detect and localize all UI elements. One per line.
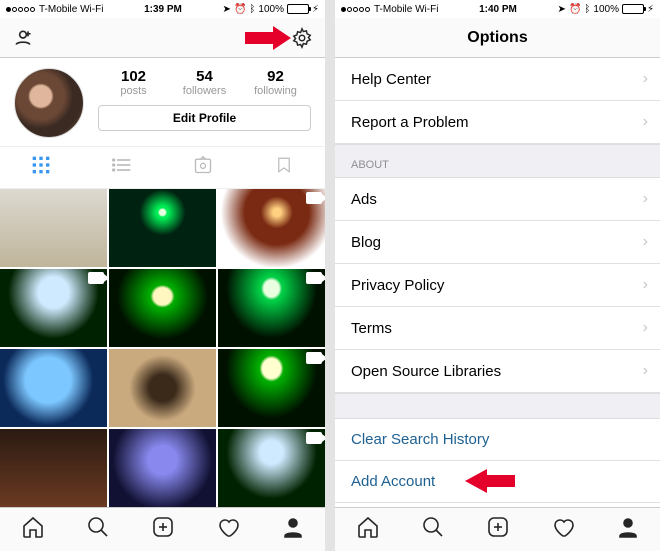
alarm-icon: ⏰ (234, 4, 246, 15)
grid-cell[interactable] (0, 269, 107, 347)
status-bar: T-Mobile Wi-Fi 1:39 PM ➤ ⏰ ᛒ 100% ⚡︎ (0, 0, 325, 18)
profile-navbar (0, 18, 325, 58)
row-terms[interactable]: Terms› (335, 307, 660, 350)
grid-cell[interactable] (109, 429, 216, 507)
chevron-right-icon: › (643, 233, 648, 251)
annotation-arrow-icon (245, 26, 291, 50)
tab-search[interactable] (421, 515, 445, 544)
tab-search[interactable] (86, 515, 110, 544)
row-report-problem[interactable]: Report a Problem› (335, 101, 660, 144)
tab-home[interactable] (21, 515, 45, 544)
discover-people-button[interactable] (10, 28, 36, 48)
chevron-right-icon: › (643, 276, 648, 294)
grid-cell[interactable] (109, 269, 216, 347)
battery-icon (287, 4, 309, 14)
bluetooth-icon: ᛒ (249, 4, 255, 15)
profile-screen: T-Mobile Wi-Fi 1:39 PM ➤ ⏰ ᛒ 100% ⚡︎ (0, 0, 325, 551)
video-icon (88, 272, 104, 284)
charging-icon: ⚡︎ (647, 4, 654, 15)
tab-grid[interactable] (0, 147, 81, 188)
chevron-right-icon: › (643, 319, 648, 337)
page-title: Options (345, 29, 650, 47)
annotation-arrow-icon (465, 469, 515, 493)
row-clear-search[interactable]: Clear Search History (335, 419, 660, 461)
grid-cell[interactable] (109, 349, 216, 427)
edit-profile-button[interactable]: Edit Profile (98, 105, 311, 131)
chevron-right-icon: › (643, 70, 648, 88)
carrier-label: T-Mobile Wi-Fi (374, 4, 438, 15)
view-tabs (0, 146, 325, 189)
profile-header: 102 posts 54 followers 92 following Edit… (0, 58, 325, 146)
tab-profile[interactable] (616, 515, 640, 544)
grid-cell[interactable] (0, 349, 107, 427)
status-bar: T-Mobile Wi-Fi 1:40 PM ➤ ⏰ ᛒ 100% ⚡︎ (335, 0, 660, 18)
video-icon (306, 432, 322, 444)
chevron-right-icon: › (643, 190, 648, 208)
settings-button[interactable] (289, 27, 315, 49)
tab-activity[interactable] (216, 515, 240, 544)
location-icon: ➤ (223, 4, 231, 15)
clock-label: 1:40 PM (438, 4, 557, 15)
grid-cell[interactable] (0, 189, 107, 267)
options-list: Help Center› Report a Problem› ABOUT Ads… (335, 58, 660, 507)
tab-tagged[interactable] (163, 147, 244, 188)
alarm-icon: ⏰ (569, 4, 581, 15)
battery-icon (622, 4, 644, 14)
row-blog[interactable]: Blog› (335, 221, 660, 264)
grid-cell[interactable] (218, 429, 325, 507)
charging-icon: ⚡︎ (312, 4, 319, 15)
chevron-right-icon: › (643, 362, 648, 380)
signal-dots-icon (341, 7, 370, 12)
grid-cell[interactable] (218, 269, 325, 347)
grid-cell[interactable] (218, 189, 325, 267)
stat-followers[interactable]: 54 followers (169, 68, 240, 97)
row-open-source[interactable]: Open Source Libraries› (335, 350, 660, 393)
signal-dots-icon (6, 7, 35, 12)
stat-following[interactable]: 92 following (240, 68, 311, 97)
tab-saved[interactable] (244, 147, 325, 188)
battery-label: 100% (593, 4, 619, 15)
grid-cell[interactable] (218, 349, 325, 427)
tab-bar (0, 507, 325, 551)
row-privacy[interactable]: Privacy Policy› (335, 264, 660, 307)
row-help-center[interactable]: Help Center› (335, 58, 660, 101)
carrier-label: T-Mobile Wi-Fi (39, 4, 103, 15)
tab-home[interactable] (356, 515, 380, 544)
row-add-account[interactable]: Add Account (335, 461, 660, 503)
options-navbar: Options (335, 18, 660, 58)
video-icon (306, 272, 322, 284)
tab-add[interactable] (486, 515, 510, 544)
video-icon (306, 192, 322, 204)
bluetooth-icon: ᛒ (584, 4, 590, 15)
avatar[interactable] (14, 68, 84, 138)
tab-list[interactable] (81, 147, 162, 188)
section-spacer (335, 393, 660, 419)
row-ads[interactable]: Ads› (335, 178, 660, 221)
grid-cell[interactable] (0, 429, 107, 507)
section-header-about: ABOUT (335, 144, 660, 178)
photo-grid (0, 189, 325, 507)
tab-profile[interactable] (281, 515, 305, 544)
tab-activity[interactable] (551, 515, 575, 544)
clock-label: 1:39 PM (103, 4, 222, 15)
stat-posts[interactable]: 102 posts (98, 68, 169, 97)
options-screen: T-Mobile Wi-Fi 1:40 PM ➤ ⏰ ᛒ 100% ⚡︎ Opt… (335, 0, 660, 551)
grid-cell[interactable] (109, 189, 216, 267)
location-icon: ➤ (558, 4, 566, 15)
chevron-right-icon: › (643, 113, 648, 131)
video-icon (306, 352, 322, 364)
battery-label: 100% (258, 4, 284, 15)
tab-add[interactable] (151, 515, 175, 544)
tab-bar (335, 507, 660, 551)
